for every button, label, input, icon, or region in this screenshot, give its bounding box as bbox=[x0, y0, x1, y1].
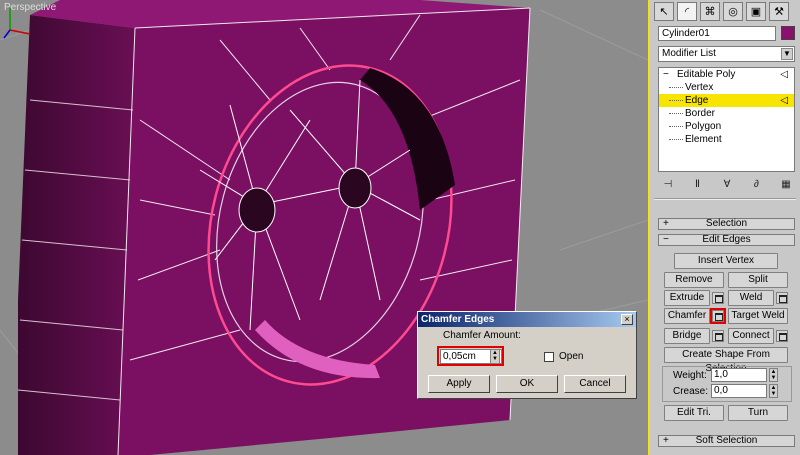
rollout-title: Selection bbox=[705, 218, 748, 229]
rollout-title: Edit Edges bbox=[702, 234, 751, 245]
dialog-titlebar[interactable]: Chamfer Edges bbox=[418, 312, 636, 327]
extrude-button[interactable]: Extrude bbox=[664, 290, 710, 306]
utilities-icon: ⚒ bbox=[774, 6, 784, 18]
stack-toolbar: ⊣ Ⅱ ∀ ∂ ▦ bbox=[660, 178, 794, 194]
command-panel: ↖ ◜ ⌘ ◎ ▣ ⚒ Cylinder01 Modifier List ▼ E… bbox=[648, 0, 800, 455]
hole-left bbox=[238, 187, 276, 233]
remove-modifier-icon[interactable]: ∂ bbox=[749, 178, 765, 192]
remove-button[interactable]: Remove bbox=[664, 272, 724, 288]
edit-edges-rollout-header[interactable]: − Edit Edges bbox=[658, 234, 795, 246]
dialog-title: Chamfer Edges bbox=[421, 314, 495, 325]
chamfer-edges-dialog: Chamfer Edges × Chamfer Amount: 0,05cm ▲… bbox=[417, 311, 637, 399]
crease-spinner[interactable]: ▲ ▼ bbox=[769, 384, 778, 398]
make-unique-icon[interactable]: ∀ bbox=[719, 178, 735, 192]
cancel-button[interactable]: Cancel bbox=[564, 375, 626, 393]
cursor-icon: ↖ bbox=[659, 6, 669, 18]
command-panel-tabs: ↖ ◜ ⌘ ◎ ▣ ⚒ bbox=[654, 2, 796, 22]
open-checkbox[interactable] bbox=[544, 352, 554, 362]
weld-button[interactable]: Weld bbox=[728, 290, 774, 306]
create-shape-button[interactable]: Create Shape From Selection bbox=[664, 347, 788, 374]
display-tab[interactable]: ▣ bbox=[746, 2, 766, 21]
axis-tripod-icon bbox=[3, 8, 31, 39]
panel-divider bbox=[654, 198, 796, 200]
stack-item-polygon[interactable]: Polygon bbox=[659, 120, 794, 133]
weight-spinner[interactable]: ▲ ▼ bbox=[769, 368, 778, 382]
chevron-down-icon: ▼ bbox=[781, 48, 793, 60]
configure-sets-icon[interactable]: ▦ bbox=[778, 178, 794, 192]
stack-item-label: Border bbox=[685, 108, 716, 119]
stack-item-label: Polygon bbox=[685, 121, 722, 132]
crease-input[interactable]: 0,0 bbox=[711, 384, 767, 398]
rollout-title: Soft Selection bbox=[695, 435, 758, 446]
insert-vertex-button[interactable]: Insert Vertex bbox=[674, 253, 778, 269]
ok-button[interactable]: OK bbox=[496, 375, 558, 393]
stack-item-label: Edge bbox=[685, 95, 709, 106]
hierarchy-tab[interactable]: ⌘ bbox=[700, 2, 720, 21]
show-end-result-icon[interactable]: Ⅱ bbox=[690, 178, 706, 192]
close-icon[interactable]: × bbox=[621, 314, 633, 325]
open-label: Open bbox=[559, 351, 584, 362]
stack-item-vertex[interactable]: Vertex bbox=[659, 81, 794, 94]
pin-stack-icon[interactable]: ⊣ bbox=[660, 178, 676, 192]
edit-triangle-icon: ◁ bbox=[780, 69, 788, 80]
weight-input[interactable]: 1,0 bbox=[711, 368, 767, 382]
motion-icon: ◎ bbox=[728, 6, 738, 18]
cube-side-face bbox=[18, 15, 135, 455]
stack-item-edge[interactable]: Edge ◁ bbox=[659, 94, 794, 107]
modifier-list-label: Modifier List bbox=[662, 48, 716, 59]
turn-button[interactable]: Turn bbox=[728, 405, 788, 421]
object-color-swatch[interactable] bbox=[781, 26, 795, 40]
stack-item-element[interactable]: Element bbox=[659, 133, 794, 146]
connect-button[interactable]: Connect bbox=[728, 328, 774, 344]
edit-triangle-icon: ◁ bbox=[780, 95, 788, 106]
split-button[interactable]: Split bbox=[728, 272, 788, 288]
modifier-stack: Editable Poly ◁ Vertex Edge ◁ Border Polyg… bbox=[658, 67, 795, 172]
stack-item-editable-poly[interactable]: Editable Poly ◁ bbox=[659, 68, 794, 81]
stack-item-label: Vertex bbox=[685, 82, 714, 93]
modify-tab[interactable]: ◜ bbox=[677, 2, 697, 21]
extrude-settings-icon[interactable] bbox=[712, 292, 724, 304]
edit-tri-button[interactable]: Edit Tri. bbox=[664, 405, 724, 421]
object-name-input[interactable]: Cylinder01 bbox=[658, 26, 776, 41]
connect-settings-icon[interactable] bbox=[776, 330, 788, 342]
stack-root-label: Editable Poly bbox=[677, 69, 736, 80]
bridge-settings-icon[interactable] bbox=[712, 330, 724, 342]
target-weld-button[interactable]: Target Weld bbox=[728, 308, 788, 324]
rollout-expand-icon: + bbox=[663, 218, 669, 229]
highlight-box bbox=[437, 346, 504, 366]
stack-item-label: Element bbox=[685, 134, 722, 145]
modify-icon: ◜ bbox=[684, 6, 690, 18]
hierarchy-icon: ⌘ bbox=[704, 6, 716, 18]
chamfer-settings-icon[interactable] bbox=[710, 308, 726, 324]
create-tab[interactable]: ↖ bbox=[654, 2, 674, 21]
motion-tab[interactable]: ◎ bbox=[723, 2, 743, 21]
display-icon: ▣ bbox=[750, 6, 762, 18]
modifier-list-dropdown[interactable]: Modifier List ▼ bbox=[658, 46, 795, 62]
weld-settings-icon[interactable] bbox=[776, 292, 788, 304]
rollout-expand-icon: + bbox=[663, 435, 669, 446]
stack-item-border[interactable]: Border bbox=[659, 107, 794, 120]
bridge-button[interactable]: Bridge bbox=[664, 328, 710, 344]
hole-right bbox=[338, 167, 372, 209]
rollout-collapse-icon: − bbox=[663, 234, 669, 245]
apply-button[interactable]: Apply bbox=[428, 375, 490, 393]
weight-label: Weight: bbox=[673, 370, 707, 381]
chamfer-button[interactable]: Chamfer bbox=[664, 308, 710, 324]
weight-crease-group: Weight: 1,0 ▲ ▼ Crease: 0,0 ▲ ▼ bbox=[662, 366, 792, 402]
chamfer-amount-label: Chamfer Amount: bbox=[443, 330, 521, 341]
utilities-tab[interactable]: ⚒ bbox=[769, 2, 789, 21]
soft-selection-rollout-header[interactable]: + Soft Selection bbox=[658, 435, 795, 447]
selection-rollout-header[interactable]: + Selection bbox=[658, 218, 795, 230]
crease-label: Crease: bbox=[673, 386, 709, 397]
